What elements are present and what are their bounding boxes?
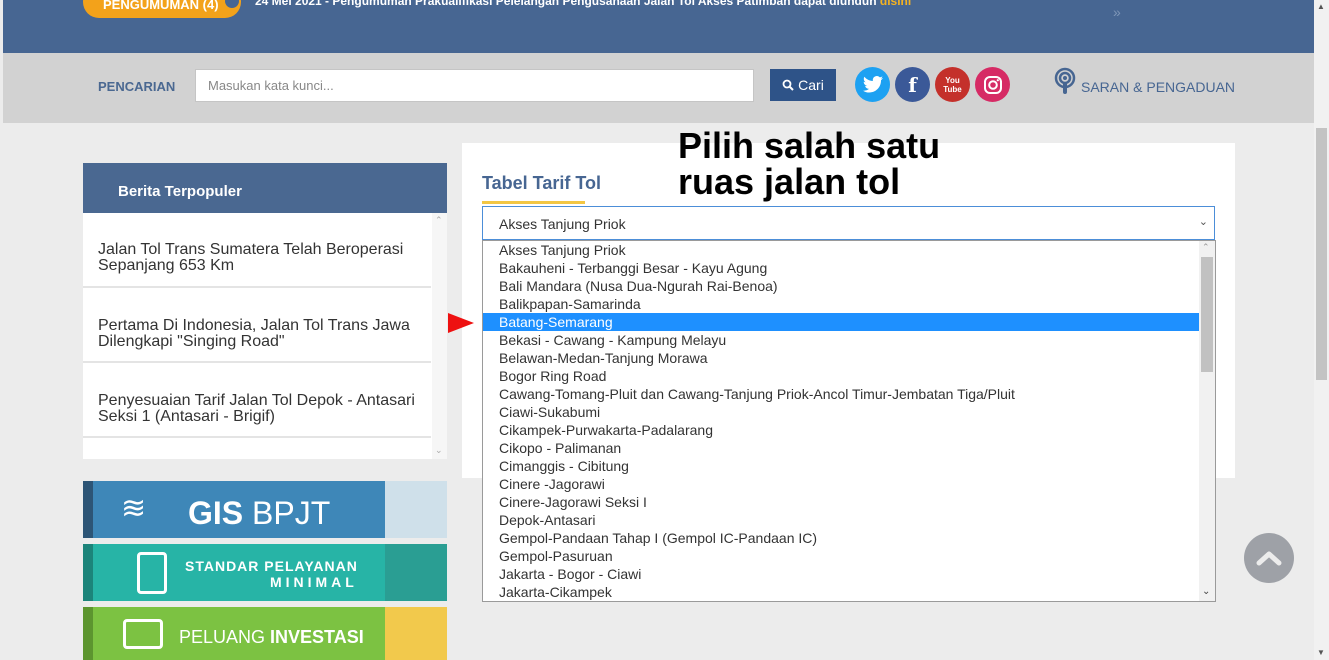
search-bar: PENCARIAN Cari f You Tube SARAN & PENGAD… [3,53,1314,123]
panel-title: Tabel Tarif Tol [482,173,602,193]
facebook-icon[interactable]: f [895,67,930,102]
dropdown-option[interactable]: Bekasi - Cawang - Kampung Melayu [483,331,1201,349]
spm-banner-line1: STANDAR PELAYANAN [185,558,358,574]
dropdown-option[interactable]: Bakauheni - Terbanggi Besar - Kayu Agung [483,259,1201,277]
dropdown-option[interactable]: Cinere -Jagorawi [483,475,1201,493]
chevron-down-icon[interactable]: ⌄ [1202,586,1210,597]
search-label: PENCARIAN [98,79,176,94]
dropdown-option[interactable]: Akses Tanjung Priok [483,241,1201,259]
chevron-up-icon[interactable]: ⌃ [1202,242,1210,253]
scroll-down-icon[interactable]: ▼ [1317,648,1325,657]
investasi-banner-title: PELUANG INVESTASI [179,627,364,648]
news-item[interactable]: Jalan Tol Trans Sumatera Telah Beroperas… [83,213,431,288]
dropdown-option[interactable]: Ciawi-Sukabumi [483,403,1201,421]
toll-road-dropdown[interactable]: Akses Tanjung Priok Bakauheni - Terbanggi… [482,240,1216,602]
announcement-link[interactable]: disini [880,0,911,8]
saran-pengaduan-label: SARAN & PENGADUAN [1081,79,1236,95]
investasi-banner-title-bold: INVESTASI [270,627,364,647]
announcement-text: 24 Mei 2021 - Pengumuman Prakualifikasi … [255,0,911,8]
dropdown-option[interactable]: Cinere-Jagorawi Seksi I [483,493,1201,511]
dropdown-option[interactable]: Belawan-Medan-Tanjung Morawa [483,349,1201,367]
dropdown-option[interactable]: Batang-Semarang [483,313,1201,331]
gis-banner-title-bold: GIS [188,495,244,531]
chevron-down-icon[interactable]: ⌄ [1199,215,1208,228]
announcement-badge-label: PENGUMUMAN (4) [103,0,219,12]
road-illustration [385,544,447,601]
dropdown-scrollbar[interactable]: ⌃ ⌄ [1199,241,1215,601]
youtube-glyph-top: You [945,75,960,85]
news-item[interactable]: Penyesuaian Tarif Jalan Tol Depok - Anta… [83,363,431,438]
select-value: Akses Tanjung Priok [499,216,626,232]
search-button[interactable]: Cari [770,69,836,101]
search-icon [782,79,794,91]
peluang-investasi-banner[interactable]: PELUANG INVESTASI [83,607,447,660]
facebook-glyph: f [908,72,917,97]
scroll-up-icon[interactable]: ▲ [1317,2,1325,11]
saran-pengaduan-link[interactable]: SARAN & PENGADUAN [1051,67,1235,97]
announcement-badge-notch [225,0,239,8]
pointer-arrow [448,313,474,333]
search-input[interactable] [195,69,754,102]
chevron-down-icon[interactable]: ⌄ [435,445,443,456]
worker-illustration [385,607,447,660]
instagram-icon[interactable] [975,67,1010,102]
announcement-bar: PENGUMUMAN (4) 24 Mei 2021 - Pengumuman … [3,0,1314,53]
dropdown-scrollbar-thumb[interactable] [1201,257,1213,372]
dropdown-option[interactable]: Jakarta-Cikampek [483,583,1201,601]
briefcase-icon [123,619,163,649]
popular-news-list: Jalan Tol Trans Sumatera Telah Beroperas… [83,213,447,459]
title-underline [482,201,585,204]
dropdown-option[interactable]: Gempol-Pasuruan [483,547,1201,565]
podcast-icon [1054,67,1076,94]
layers-icon: ≋ [121,492,147,525]
news-item[interactable]: Pertama Di Indonesia, Jalan Tol Trans Ja… [83,288,431,363]
dropdown-option[interactable]: Jakarta - Bogor - Ciawi [483,565,1201,583]
announcement-badge[interactable]: PENGUMUMAN (4) [83,0,241,18]
map-illustration [385,481,447,538]
page-scrollbar[interactable]: ▲ ▼ [1314,0,1329,660]
scroll-to-top-button[interactable] [1244,533,1294,583]
investasi-banner-title-light: PELUANG [179,627,271,647]
dropdown-option[interactable]: Gempol-Pandaan Tahap I (Gempol IC-Pandaa… [483,529,1201,547]
dropdown-option[interactable]: Bogor Ring Road [483,367,1201,385]
annotation-text: Pilih salah satu ruas jalan tol [678,125,941,202]
chevron-up-icon[interactable]: ⌃ [435,215,443,226]
dropdown-option[interactable]: Cikopo - Palimanan [483,439,1201,457]
search-button-label: Cari [798,77,824,93]
youtube-glyph-bottom: Tube [943,84,962,94]
news-list-scrollbar[interactable]: ⌃ ⌄ [432,213,447,459]
gis-banner-title-light: BPJT [243,495,331,531]
dropdown-option[interactable]: Cikampek-Purwakarta-Padalarang [483,421,1201,439]
dropdown-option[interactable]: Bali Mandara (Nusa Dua-Ngurah Rai-Benoa) [483,277,1201,295]
standar-pelayanan-banner[interactable]: STANDAR PELAYANAN MINIMAL [83,544,447,601]
dropdown-option[interactable]: Depok-Antasari [483,511,1201,529]
announcement-next-icon[interactable]: » [1113,4,1121,20]
twitter-icon[interactable] [855,67,890,102]
dropdown-option[interactable]: Balikpapan-Samarinda [483,295,1201,313]
sidebar-title: Berita Terpopuler [83,163,447,213]
chevron-up-icon [1256,551,1282,566]
clipboard-icon [137,552,167,594]
gis-banner-title: GIS BPJT [188,495,330,532]
page-scrollbar-thumb[interactable] [1316,128,1327,380]
spm-banner-line2: MINIMAL [269,574,358,590]
spm-banner-title: STANDAR PELAYANAN MINIMAL [185,558,358,590]
dropdown-options: Akses Tanjung Priok Bakauheni - Terbanggi… [483,241,1215,601]
gis-bpjt-banner[interactable]: ≋ GIS BPJT [83,481,447,538]
dropdown-option[interactable]: Cawang-Tomang-Pluit dan Cawang-Tanjung P… [483,385,1201,403]
toll-road-select[interactable]: Akses Tanjung Priok ⌄ [482,206,1215,240]
dropdown-option[interactable]: Cimanggis - Cibitung [483,457,1201,475]
youtube-icon[interactable]: You Tube [935,67,970,102]
announcement-message: 24 Mei 2021 - Pengumuman Prakualifikasi … [255,0,880,8]
